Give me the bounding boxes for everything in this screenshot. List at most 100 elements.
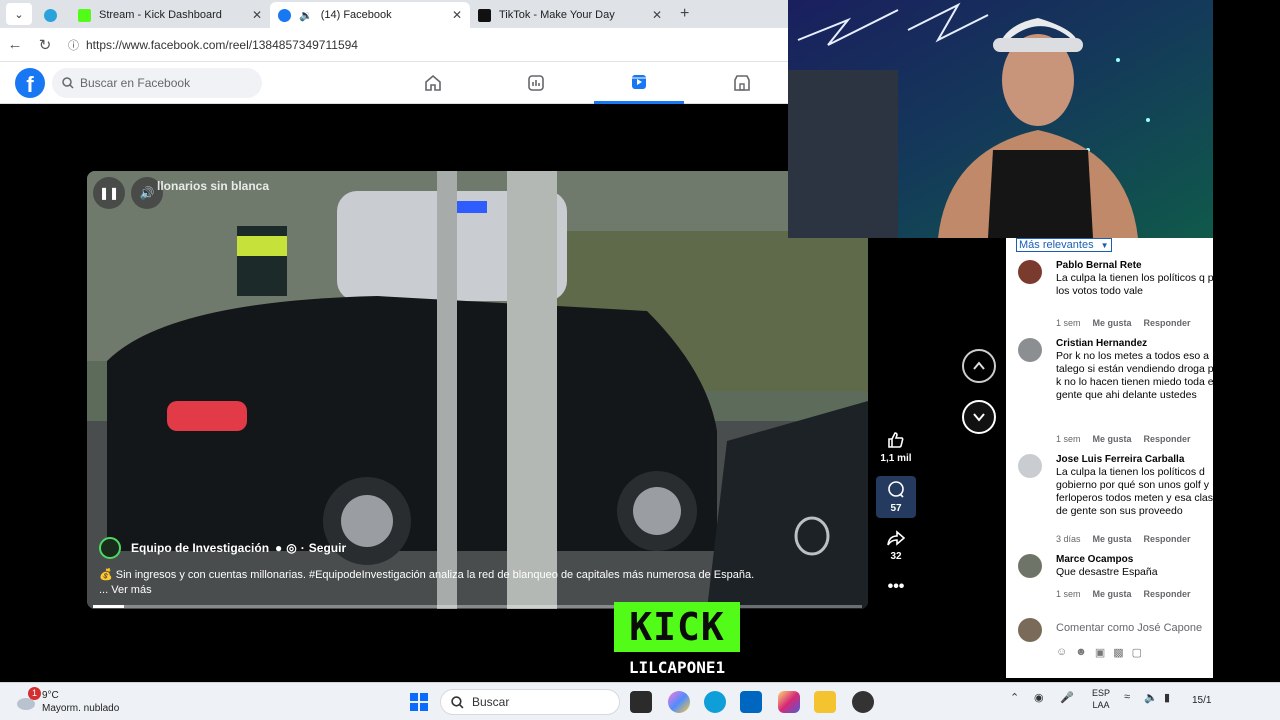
reel-author: Equipo de Investigación ● ◎ · Seguir [99,537,346,559]
see-more-link[interactable]: ... Ver más [99,584,152,596]
video-progress-bar[interactable] [93,605,862,608]
url-field[interactable]: ⓘ https://www.facebook.com/reel/13848573… [68,32,788,58]
next-reel-button[interactable] [962,400,996,434]
weather-temp: 9°C [42,690,59,701]
close-tab-icon[interactable]: ✕ [452,8,462,22]
task-view-icon[interactable] [630,691,652,713]
commenter-name[interactable]: Pablo Bernal Rete [1056,260,1142,271]
facebook-search-input[interactable]: Buscar en Facebook [52,68,262,98]
telegram-icon [44,8,57,22]
reel-video[interactable]: ❚❚ 🔊 llonarios sin blanca Equipo de Inve… [87,171,868,609]
commenter-name[interactable]: Cristian Hernandez [1056,338,1147,349]
nav-home[interactable] [388,62,478,104]
emoji-icon[interactable]: ☻ [1075,646,1087,659]
comment-meta: 1 sem Me gusta Responder [1056,318,1203,328]
verified-icon: ● [275,541,283,555]
more-options-button[interactable]: ••• [876,578,916,596]
chevron-up-icon[interactable]: ⌃ [1010,691,1019,704]
tab-telegram[interactable] [36,2,70,28]
author-name[interactable]: Equipo de Investigación [131,541,269,555]
commenter-avatar[interactable] [1018,338,1042,362]
commenter-avatar[interactable] [1018,454,1042,478]
commenter-name[interactable]: Jose Luis Ferreira Carballa [1056,454,1184,465]
battery-icon[interactable]: ▮ [1164,691,1170,704]
chrome-icon[interactable] [852,691,874,713]
comment-like-link[interactable]: Me gusta [1093,534,1132,544]
follow-button[interactable]: Seguir [309,541,346,555]
nav-reels[interactable] [594,62,684,104]
letterbox-right [1213,0,1280,690]
facebook-logo[interactable]: f [15,68,45,98]
close-tab-icon[interactable]: ✕ [252,8,262,22]
comment-meta: 1 sem Me gusta Responder [1056,434,1203,444]
camera-icon[interactable]: ▣ [1095,646,1105,659]
close-tab-icon[interactable]: ✕ [652,8,662,22]
pause-button[interactable]: ❚❚ [93,177,125,209]
speaker-icon: 🔊 [139,186,155,200]
gif-icon[interactable]: ▩ [1113,646,1123,659]
clock-date[interactable]: 15/1 [1192,695,1211,706]
taskbar-search[interactable]: Buscar [440,689,620,715]
edge-icon[interactable] [704,691,726,713]
site-info-icon[interactable]: ⓘ [68,37,86,53]
author-avatar[interactable] [99,537,121,559]
comment-input[interactable]: Comentar como José Capone [1056,622,1202,634]
tab-list-dropdown-button[interactable]: ⌄ [6,3,32,25]
copilot-icon[interactable] [668,691,690,713]
comment-like-link[interactable]: Me gusta [1093,434,1132,444]
comment-reply-link[interactable]: Responder [1144,534,1191,544]
instagram-icon[interactable] [778,691,800,713]
nav-feed[interactable] [491,62,581,104]
search-placeholder: Buscar en Facebook [80,76,191,90]
comment-time[interactable]: 1 sem [1056,434,1081,444]
share-button[interactable]: 32 [876,528,916,562]
tab-tiktok[interactable]: TikTok - Make Your Day ✕ [470,2,670,28]
previous-reel-button[interactable] [962,349,996,383]
tab-title: TikTok - Make Your Day [499,9,615,21]
comment-reply-link[interactable]: Responder [1144,318,1191,328]
reload-icon[interactable]: ↻ [30,36,60,54]
windows-start-button[interactable] [408,691,430,713]
tab-facebook[interactable]: 🔉 (14) Facebook ✕ [270,2,470,28]
facebook-icon [278,8,291,22]
wifi-icon[interactable]: ≈ [1124,691,1130,703]
thumbs-up-icon [888,432,904,448]
comment-time[interactable]: 1 sem [1056,318,1081,328]
video-overlay-title: llonarios sin blanca [157,179,270,193]
tab-kick-dashboard[interactable]: Stream - Kick Dashboard ✕ [70,2,270,28]
comment-text: La culpa la tienen los políticos q por l… [1056,272,1213,297]
comment-reply-link[interactable]: Responder [1144,434,1191,444]
comment-sort-dropdown[interactable]: Más relevantes ▼ [1016,238,1112,252]
comments-panel: Más relevantes ▼ Pablo Bernal Rete La cu… [1006,238,1213,678]
store-icon[interactable] [740,691,762,713]
webcam-overlay [788,0,1217,238]
user-avatar[interactable] [1018,618,1042,642]
microphone-icon[interactable]: 🎤 [1060,691,1074,704]
back-icon[interactable]: ← [0,36,30,53]
input-language[interactable]: ESP LAA [1092,687,1110,711]
tab-title: (14) Facebook [320,9,392,21]
comment-like-link[interactable]: Me gusta [1093,589,1132,599]
speaker-icon[interactable]: 🔉 [299,9,313,22]
comment-reply-link[interactable]: Responder [1144,589,1191,599]
comment-time[interactable]: 1 sem [1056,589,1081,599]
comment-time[interactable]: 3 días [1056,534,1081,544]
commenter-name[interactable]: Marce Ocampos [1056,554,1133,565]
commenter-avatar[interactable] [1018,554,1042,578]
comment-button[interactable]: 57 [876,476,916,518]
like-button[interactable]: 1,1 mil [876,430,916,464]
facebook-header: f Buscar en Facebook [0,62,788,104]
new-tab-button[interactable]: + [680,5,689,23]
security-icon[interactable]: ◉ [1034,691,1044,704]
nav-marketplace[interactable] [697,62,787,104]
commenter-avatar[interactable] [1018,260,1042,284]
lang-layout: LAA [1092,700,1110,710]
weather-badge: 1 [28,687,41,700]
weather-widget[interactable]: 1 9°C Mayorm. nublado [14,687,119,715]
avatar-sticker-icon[interactable]: ☺ [1056,646,1067,659]
sticker-icon[interactable]: ▢ [1132,646,1142,659]
composer-tools: ☺ ☻ ▣ ▩ ▢ [1056,646,1142,659]
volume-icon[interactable]: 🔈 [1144,691,1158,704]
file-explorer-icon[interactable] [814,691,836,713]
comment-like-link[interactable]: Me gusta [1093,318,1132,328]
